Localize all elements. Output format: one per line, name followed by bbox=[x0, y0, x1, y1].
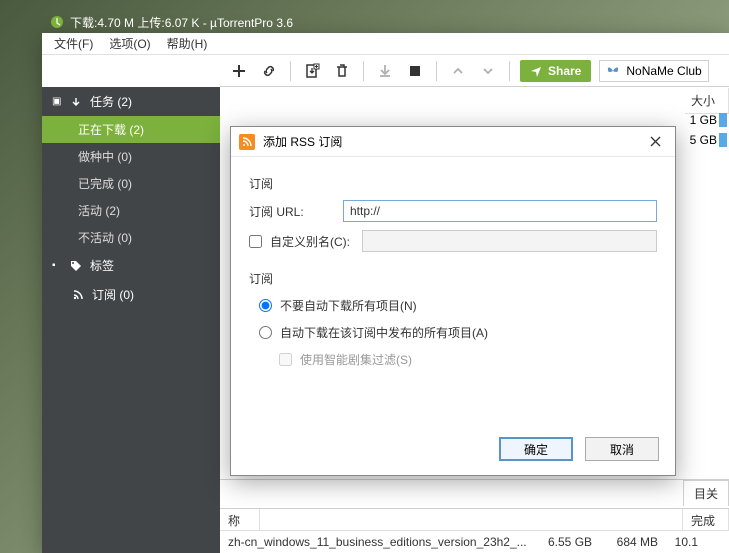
sidebar-item-active[interactable]: 活动 (2) bbox=[42, 197, 220, 224]
menu-options[interactable]: 选项(O) bbox=[101, 33, 158, 54]
share-label: Share bbox=[548, 64, 581, 78]
radio-no-auto-input[interactable] bbox=[259, 299, 272, 312]
start-button[interactable] bbox=[372, 58, 398, 84]
smart-filter-checkbox bbox=[279, 353, 292, 366]
url-label: 订阅 URL: bbox=[249, 203, 335, 220]
stop-button[interactable] bbox=[402, 58, 428, 84]
separator bbox=[436, 61, 437, 81]
rss-icon bbox=[72, 289, 84, 301]
sidebar: ▣ 任务 (2) 正在下载 (2) 做种中 (0) 已完成 (0) 活动 (2)… bbox=[42, 87, 220, 553]
bottom-table: 称 完成 zh-cn_windows_11_business_editions_… bbox=[220, 508, 729, 553]
dialog-body: 订阅 订阅 URL: 自定义别名(C): 订阅 不要自动下载所有项目(N) 自动… bbox=[231, 157, 675, 380]
smart-filter-row: 使用智能剧集过滤(S) bbox=[279, 351, 657, 368]
dialog-buttons: 确定 取消 bbox=[499, 437, 659, 461]
add-rss-dialog: 添加 RSS 订阅 订阅 订阅 URL: 自定义别名(C): 订阅 不要自动下载… bbox=[230, 126, 676, 476]
sidebar-item-downloading[interactable]: 正在下载 (2) bbox=[42, 116, 220, 143]
sidebar-feeds-header[interactable]: 订阅 (0) bbox=[42, 280, 220, 309]
add-torrent-button[interactable] bbox=[226, 58, 252, 84]
separator bbox=[509, 61, 510, 81]
titlebar: 下载:4.70 M 上传:6.07 K - µTorrentPro 3.6 bbox=[42, 11, 729, 33]
col-spacer[interactable] bbox=[260, 509, 683, 530]
radio-auto[interactable]: 自动下载在该订阅中发布的所有项目(A) bbox=[259, 324, 657, 341]
url-input[interactable] bbox=[343, 200, 657, 222]
tag-icon bbox=[70, 260, 82, 272]
move-up-button[interactable] bbox=[445, 58, 471, 84]
alias-checkbox[interactable] bbox=[249, 235, 262, 248]
move-down-button[interactable] bbox=[475, 58, 501, 84]
radio-no-auto[interactable]: 不要自动下载所有项目(N) bbox=[259, 297, 657, 314]
sidebar-item-completed[interactable]: 已完成 (0) bbox=[42, 170, 220, 197]
sidebar-labels-header[interactable]: ▪ 标签 bbox=[42, 251, 220, 280]
bundle-label: NoNaMe Club bbox=[626, 64, 701, 78]
share-icon bbox=[530, 65, 542, 77]
menubar: 文件(F) 选项(O) 帮助(H) bbox=[42, 33, 729, 55]
cell-done: 684 MB bbox=[600, 532, 666, 552]
table-row[interactable]: 1 GB bbox=[683, 110, 729, 130]
rss-icon bbox=[239, 134, 255, 150]
col-done[interactable]: 完成 bbox=[683, 509, 729, 530]
share-button[interactable]: Share bbox=[520, 60, 591, 82]
sidebar-tasks-label: 任务 (2) bbox=[90, 93, 132, 110]
alias-label: 自定义别名(C): bbox=[270, 233, 350, 250]
separator bbox=[363, 61, 364, 81]
cell-pct: 10.1 bbox=[666, 532, 706, 552]
detail-tab-related[interactable]: 目关 bbox=[683, 480, 729, 506]
section-feed: 订阅 bbox=[249, 175, 657, 192]
progress-segment bbox=[719, 133, 727, 147]
detail-tabs: 目关 bbox=[220, 479, 729, 505]
cell-size: 1 GB bbox=[690, 113, 717, 127]
butterfly-icon bbox=[606, 65, 620, 77]
bottom-table-header: 称 完成 bbox=[220, 509, 729, 531]
cell-name: zh-cn_windows_11_business_editions_versi… bbox=[220, 532, 540, 552]
radio-auto-label: 自动下载在该订阅中发布的所有项目(A) bbox=[280, 324, 488, 341]
close-button[interactable] bbox=[643, 130, 667, 154]
sidebar-labels-label: 标签 bbox=[90, 257, 114, 274]
sidebar-tasks-header[interactable]: ▣ 任务 (2) bbox=[42, 87, 220, 116]
bundle-button[interactable]: NoNaMe Club bbox=[599, 60, 708, 82]
table-row[interactable]: 5 GB bbox=[683, 130, 729, 150]
cell-size: 6.55 GB bbox=[540, 532, 600, 552]
dialog-title: 添加 RSS 订阅 bbox=[263, 133, 342, 150]
toolbar: Share NoNaMe Club bbox=[220, 55, 729, 87]
add-url-button[interactable] bbox=[256, 58, 282, 84]
radio-no-auto-label: 不要自动下载所有项目(N) bbox=[280, 297, 417, 314]
cell-size: 5 GB bbox=[690, 133, 717, 147]
dialog-titlebar: 添加 RSS 订阅 bbox=[231, 127, 675, 157]
separator bbox=[290, 61, 291, 81]
sidebar-item-seeding[interactable]: 做种中 (0) bbox=[42, 143, 220, 170]
cancel-button[interactable]: 取消 bbox=[585, 437, 659, 461]
radio-auto-input[interactable] bbox=[259, 326, 272, 339]
alias-input bbox=[362, 230, 657, 252]
ok-button[interactable]: 确定 bbox=[499, 437, 573, 461]
create-torrent-button[interactable] bbox=[299, 58, 325, 84]
chevron-down-icon bbox=[70, 96, 82, 108]
app-icon bbox=[50, 15, 64, 29]
progress-segment bbox=[719, 113, 727, 127]
sidebar-feeds-label: 订阅 (0) bbox=[92, 286, 134, 303]
torrent-rows-partial: 1 GB 5 GB bbox=[683, 110, 729, 150]
table-row[interactable]: zh-cn_windows_11_business_editions_versi… bbox=[220, 531, 729, 553]
collapse-icon: ▣ bbox=[52, 96, 62, 107]
col-name[interactable]: 称 bbox=[220, 509, 260, 530]
sidebar-item-inactive[interactable]: 不活动 (0) bbox=[42, 224, 220, 251]
menu-help[interactable]: 帮助(H) bbox=[159, 33, 216, 54]
remove-button[interactable] bbox=[329, 58, 355, 84]
menu-file[interactable]: 文件(F) bbox=[46, 33, 101, 54]
smart-filter-label: 使用智能剧集过滤(S) bbox=[300, 351, 412, 368]
expand-icon: ▪ bbox=[52, 260, 62, 271]
section-subscription: 订阅 bbox=[249, 270, 657, 287]
titlebar-text: 下载:4.70 M 上传:6.07 K - µTorrentPro 3.6 bbox=[70, 14, 293, 31]
